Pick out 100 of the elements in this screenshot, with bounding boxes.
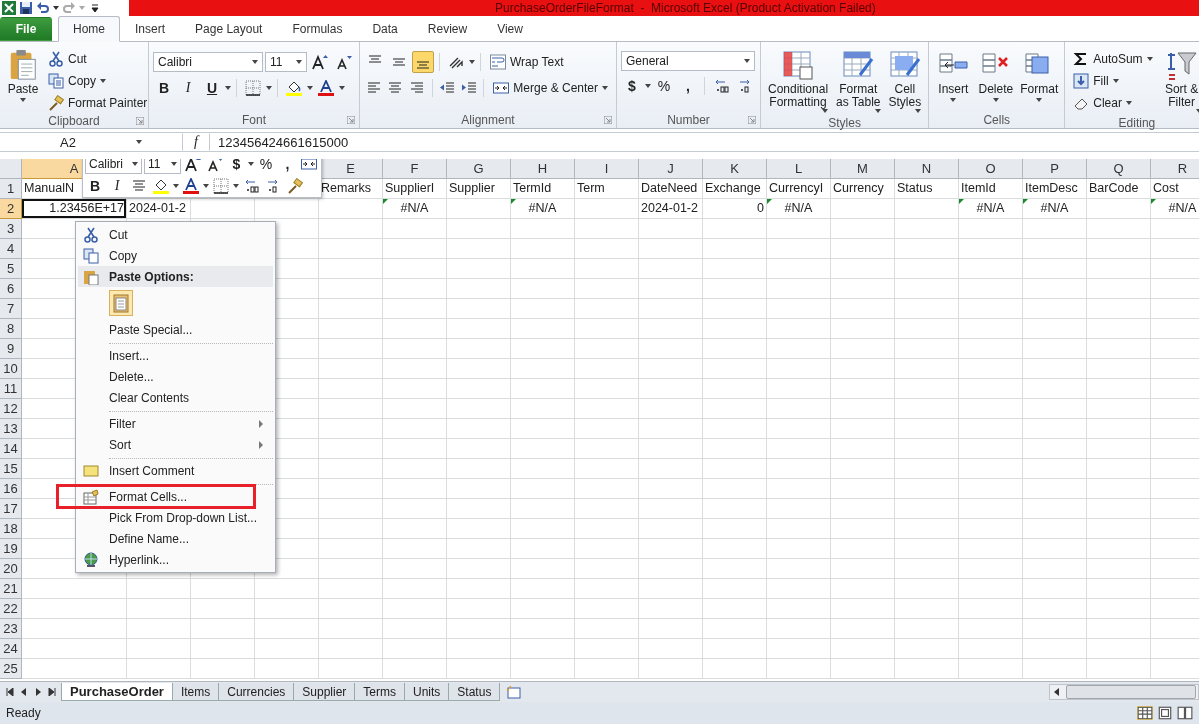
empty-cell[interactable] [831,579,895,599]
empty-cell[interactable] [703,239,767,259]
empty-cell[interactable] [447,399,511,419]
empty-cell[interactable] [511,459,575,479]
sheet-tab[interactable]: Status [448,683,501,701]
empty-cell[interactable] [575,579,639,599]
empty-cell[interactable] [319,579,383,599]
empty-cell[interactable] [383,299,447,319]
column-header[interactable]: P [1023,159,1087,179]
empty-cell[interactable] [1023,239,1087,259]
empty-cell[interactable] [895,419,959,439]
empty-cell[interactable] [1023,499,1087,519]
number-format-field[interactable]: General [621,51,755,71]
empty-cell[interactable] [895,659,959,679]
wrap-text-button[interactable]: Wrap Text [486,51,568,73]
empty-cell[interactable] [703,579,767,599]
row-header[interactable]: 19 [0,539,22,559]
empty-cell[interactable] [127,619,191,639]
horizontal-scrollbar[interactable] [1049,684,1199,700]
empty-cell[interactable] [1087,239,1151,259]
empty-cell[interactable] [831,379,895,399]
empty-cell[interactable] [319,659,383,679]
empty-cell[interactable] [831,279,895,299]
empty-cell[interactable] [703,219,767,239]
first-sheet-icon[interactable] [6,688,14,696]
empty-cell[interactable] [831,459,895,479]
empty-cell[interactable] [575,559,639,579]
file-tab[interactable]: File [0,17,52,41]
empty-cell[interactable] [639,399,703,419]
empty-cell[interactable] [959,419,1023,439]
row-header[interactable]: 11 [0,379,22,399]
empty-cell[interactable] [255,639,319,659]
empty-cell[interactable] [383,479,447,499]
ribbon-tab[interactable]: Formulas [277,17,358,41]
empty-cell[interactable] [767,599,831,619]
cell-value[interactable]: Exchange [703,179,767,199]
menu-item[interactable]: Define Name... [78,528,273,549]
page-break-view-icon[interactable] [1177,706,1193,720]
empty-cell[interactable] [575,419,639,439]
empty-cell[interactable] [127,659,191,679]
empty-cell[interactable] [319,319,383,339]
spreadsheet-app-icon[interactable] [2,1,16,15]
empty-cell[interactable] [703,259,767,279]
empty-cell[interactable] [703,359,767,379]
empty-cell[interactable] [575,239,639,259]
empty-cell[interactable] [959,359,1023,379]
row-header[interactable]: 20 [0,559,22,579]
empty-cell[interactable] [703,299,767,319]
empty-cell[interactable] [511,639,575,659]
dialog-launcher-icon[interactable] [136,117,144,125]
empty-cell[interactable] [447,459,511,479]
empty-cell[interactable] [1023,619,1087,639]
caret-icon[interactable] [233,184,239,188]
cell-value[interactable]: Currency [831,179,895,199]
ribbon-tab[interactable]: Data [357,17,413,41]
empty-cell[interactable] [1087,379,1151,399]
empty-cell[interactable] [447,239,511,259]
row-header[interactable]: 10 [0,359,22,379]
empty-cell[interactable] [1087,499,1151,519]
empty-cell[interactable] [447,579,511,599]
empty-cell[interactable] [1023,219,1087,239]
empty-cell[interactable] [1087,299,1151,319]
empty-cell[interactable] [895,539,959,559]
empty-cell[interactable] [447,299,511,319]
empty-cell[interactable] [895,299,959,319]
empty-cell[interactable] [383,239,447,259]
empty-cell[interactable] [1023,259,1087,279]
empty-cell[interactable] [1023,479,1087,499]
cell-value[interactable]: #N/A [1151,199,1199,219]
ribbon-tab[interactable]: Insert [120,17,181,41]
empty-cell[interactable] [1023,359,1087,379]
normal-view-icon[interactable] [1137,706,1153,720]
row-header[interactable]: 14 [0,439,22,459]
formula-input[interactable]: 123456424661615000 [210,134,349,150]
empty-cell[interactable] [383,619,447,639]
empty-cell[interactable] [767,479,831,499]
empty-cell[interactable] [255,199,319,219]
empty-cell[interactable] [767,359,831,379]
empty-cell[interactable] [895,339,959,359]
column-header[interactable]: G [447,159,511,179]
empty-cell[interactable] [831,319,895,339]
cell-value[interactable]: SupplierI [383,179,447,199]
empty-cell[interactable] [383,659,447,679]
dialog-launcher-icon[interactable] [748,116,756,124]
column-header[interactable]: Q [1087,159,1151,179]
empty-cell[interactable] [1087,359,1151,379]
ribbon-tab[interactable]: Page Layout [180,17,278,41]
empty-cell[interactable] [383,279,447,299]
empty-cell[interactable] [447,599,511,619]
empty-cell[interactable] [1087,459,1151,479]
empty-cell[interactable] [639,419,703,439]
column-header[interactable]: I [575,159,639,179]
menu-item[interactable]: Hyperlink... [78,549,273,570]
empty-cell[interactable] [447,319,511,339]
empty-cell[interactable] [575,659,639,679]
empty-cell[interactable] [575,459,639,479]
empty-cell[interactable] [191,199,255,219]
empty-cell[interactable] [895,439,959,459]
menu-item[interactable]: Insert Comment [78,460,273,481]
empty-cell[interactable] [703,439,767,459]
